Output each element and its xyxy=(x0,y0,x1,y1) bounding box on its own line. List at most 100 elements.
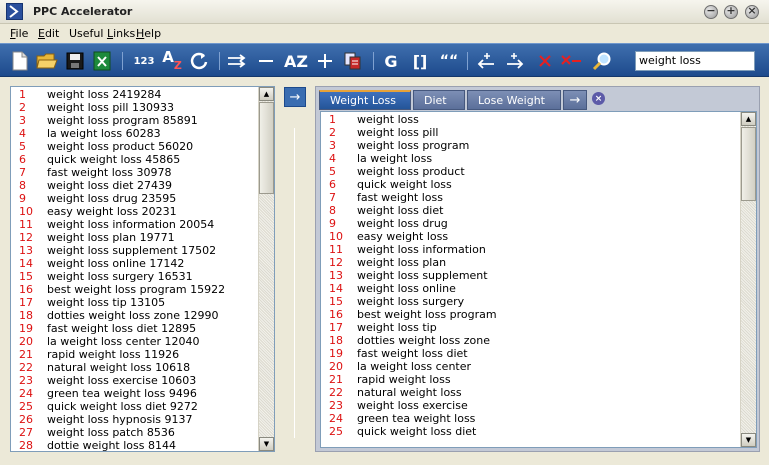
keyword-text: weight loss patch 8536 xyxy=(47,426,175,439)
maximize-button[interactable]: + xyxy=(724,4,738,19)
brackets-button[interactable]: [] xyxy=(408,49,432,73)
row-number: 22 xyxy=(329,386,343,399)
tab-weight-loss[interactable]: Weight Loss xyxy=(319,90,411,110)
close-button[interactable]: × xyxy=(745,4,759,19)
row-number: 20 xyxy=(19,335,33,348)
scroll-thumb[interactable] xyxy=(741,127,756,201)
tab-lose-weight[interactable]: Lose Weight xyxy=(467,90,561,110)
group-keyword-list[interactable]: 1 weight loss 2 weight loss pill 3 weight los… xyxy=(320,111,757,448)
right-list-scrollbar[interactable]: ▲ ▼ xyxy=(740,112,756,447)
open-folder-button[interactable] xyxy=(35,49,59,73)
keyword-volume-list[interactable]: 1 weight loss 2419284 2 weight loss pill 13… xyxy=(10,86,275,452)
refresh-button[interactable] xyxy=(187,49,211,73)
row-number: 3 xyxy=(329,139,336,152)
magnifier-icon xyxy=(592,52,611,71)
row-number: 19 xyxy=(19,322,33,335)
keyword-text: weight loss supplement 17502 xyxy=(47,244,217,257)
keyword-text: fast weight loss diet xyxy=(357,347,468,360)
keyword-text: weight loss exercise 10603 xyxy=(47,374,197,387)
toolbar: 123 AZ AZ G [] ““ weight loss xyxy=(0,43,769,77)
row-number: 13 xyxy=(329,269,343,282)
row-number: 16 xyxy=(329,308,343,321)
keyword-text: weight loss pill xyxy=(357,126,439,139)
copy-icon xyxy=(344,52,361,70)
scroll-up-icon[interactable]: ▲ xyxy=(741,112,756,126)
scroll-down-icon[interactable]: ▼ xyxy=(741,433,756,447)
delete-suffix-button[interactable] xyxy=(559,49,583,73)
window-title: PPC Accelerator xyxy=(33,5,133,18)
keyword-text: green tea weight loss 9496 xyxy=(47,387,197,400)
menu-help[interactable]: Help xyxy=(136,27,161,40)
row-number: 28 xyxy=(19,439,33,452)
keyword-text: natural weight loss 10618 xyxy=(47,361,191,374)
keyword-text: easy weight loss 20231 xyxy=(47,205,177,218)
row-number: 14 xyxy=(329,282,343,295)
plus-icon xyxy=(318,54,332,68)
row-number: 20 xyxy=(329,360,343,373)
menu-file[interactable]: File xyxy=(10,27,28,40)
left-list-scrollbar[interactable]: ▲ ▼ xyxy=(258,87,274,451)
quotes-button[interactable]: ““ xyxy=(437,49,461,73)
row-number: 2 xyxy=(19,101,26,114)
row-number: 1 xyxy=(19,88,26,101)
minimize-icon: − xyxy=(706,4,716,17)
next-tab-button[interactable]: → xyxy=(563,90,587,110)
copy-button[interactable] xyxy=(341,49,365,73)
tab-diet[interactable]: Diet xyxy=(413,90,465,110)
row-number: 19 xyxy=(329,347,343,360)
maximize-icon: + xyxy=(726,4,736,17)
close-tab-icon[interactable]: × xyxy=(592,92,605,105)
az-button[interactable]: AZ xyxy=(282,49,310,73)
splitter[interactable] xyxy=(294,128,295,438)
toolbar-separator xyxy=(219,52,220,70)
scroll-down-icon[interactable]: ▼ xyxy=(259,437,274,451)
arrow-right-icon: → xyxy=(569,92,581,108)
keyword-text: best weight loss program 15922 xyxy=(47,283,226,296)
row-number: 15 xyxy=(19,270,33,283)
remove-button[interactable] xyxy=(254,49,278,73)
search-input[interactable]: weight loss xyxy=(635,51,755,71)
keyword-text: weight loss surgery 16531 xyxy=(47,270,193,283)
scroll-thumb[interactable] xyxy=(259,102,274,194)
add-button[interactable] xyxy=(313,49,337,73)
keyword-text: weight loss pill 130933 xyxy=(47,101,174,114)
keyword-text: weight loss diet 27439 xyxy=(47,179,172,192)
keyword-text: weight loss xyxy=(357,113,419,126)
keyword-text: quick weight loss diet xyxy=(357,425,477,438)
save-button[interactable] xyxy=(63,49,87,73)
google-button[interactable]: G xyxy=(379,49,403,73)
row-number: 11 xyxy=(329,243,343,256)
export-excel-button[interactable] xyxy=(90,49,114,73)
menu-useful-links[interactable]: Useful Links xyxy=(69,27,135,40)
row-number: 5 xyxy=(19,140,26,153)
row-number: 4 xyxy=(329,152,336,165)
add-prefix-button[interactable] xyxy=(474,49,498,73)
count-button[interactable]: 123 xyxy=(131,49,157,73)
keyword-text: green tea weight loss xyxy=(357,412,476,425)
toolbar-separator xyxy=(122,52,123,70)
sort-az-button[interactable]: AZ xyxy=(160,48,184,73)
add-suffix-button[interactable] xyxy=(503,49,527,73)
transfer-to-group-button[interactable]: → xyxy=(284,87,306,107)
keyword-text: la weight loss center 12040 xyxy=(47,335,200,348)
delete-button[interactable] xyxy=(533,49,557,73)
find-button[interactable] xyxy=(590,49,614,73)
keyword-text: weight loss drug 23595 xyxy=(47,192,177,205)
row-number: 2 xyxy=(329,126,336,139)
new-file-button[interactable] xyxy=(8,49,32,73)
keyword-text: dotties weight loss zone 12990 xyxy=(47,309,219,322)
row-number: 22 xyxy=(19,361,33,374)
menu-edit[interactable]: Edit xyxy=(38,27,59,40)
row-number: 23 xyxy=(329,399,343,412)
app-logo-icon xyxy=(6,3,23,20)
row-number: 23 xyxy=(19,374,33,387)
row-number: 14 xyxy=(19,257,33,270)
minimize-button[interactable]: − xyxy=(704,4,718,19)
merge-lines-button[interactable] xyxy=(225,49,249,73)
excel-icon xyxy=(93,51,111,71)
keyword-text: weight loss 2419284 xyxy=(47,88,162,101)
row-number: 5 xyxy=(329,165,336,178)
toolbar-separator xyxy=(467,52,468,70)
row-number: 21 xyxy=(19,348,33,361)
scroll-up-icon[interactable]: ▲ xyxy=(259,87,274,101)
